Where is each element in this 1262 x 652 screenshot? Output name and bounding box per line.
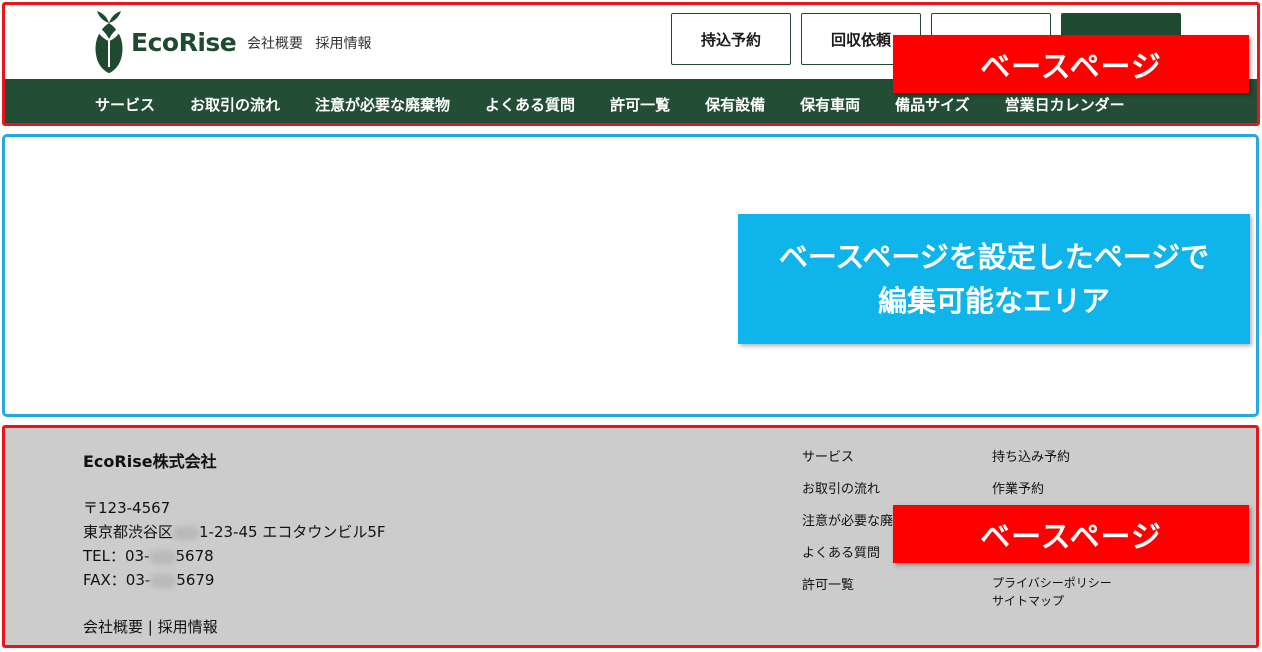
footer-links-col2: 持ち込み予約 作業予約: [992, 446, 1070, 510]
tel-prefix: TEL：03-: [83, 547, 150, 565]
tel-suffix: 5678: [175, 547, 214, 565]
redacted-blur: [150, 573, 177, 588]
nav-item-hazardous-waste[interactable]: 注意が必要な廃棄物: [315, 94, 450, 115]
bring-in-reservation-button[interactable]: 持込予約: [671, 13, 791, 65]
footer-link-permits[interactable]: 許可一覧: [802, 574, 893, 606]
top-link-company[interactable]: 会社概要: [247, 36, 303, 52]
fax-line: FAX：03- 5679: [83, 568, 386, 592]
nav-item-services[interactable]: サービス: [95, 94, 155, 115]
company-name: EcoRise株式会社: [83, 452, 217, 471]
address-suffix: 1-23-45 エコタウンビル5F: [199, 523, 386, 541]
nav-item-transaction-flow[interactable]: お取引の流れ: [190, 94, 280, 115]
nav-item-business-calendar[interactable]: 営業日カレンダー: [1005, 94, 1125, 115]
nav-item-equipment[interactable]: 保有設備: [705, 94, 765, 115]
footer-link-services[interactable]: サービス: [802, 446, 893, 478]
redacted-blur: [149, 549, 176, 564]
company-address: 〒123-4567 東京都渋谷区 1-23-45 エコタウンビル5F TEL：03…: [83, 496, 386, 592]
editable-area-label: ベースページを設定したページで 編集可能なエリア: [738, 214, 1250, 344]
footer-link-privacy-policy[interactable]: プライバシーポリシー: [992, 574, 1112, 592]
address-line: 東京都渋谷区 1-23-45 エコタウンビル5F: [83, 520, 386, 544]
top-links: 会社概要 採用情報: [247, 33, 379, 53]
fax-prefix: FAX：03-: [83, 571, 151, 589]
postal-code: 〒123-4567: [83, 499, 171, 517]
fax-suffix: 5679: [176, 571, 215, 589]
footer-base-page-label: ベースページ: [893, 505, 1249, 563]
footer-link-hazardous-waste[interactable]: 注意が必要な廃: [802, 510, 893, 542]
footer-links-col1: サービス お取引の流れ 注意が必要な廃 よくある質問 許可一覧: [802, 446, 893, 606]
editable-area-label-line2: 編集可能なエリア: [877, 284, 1110, 318]
tel-line: TEL：03- 5678: [83, 544, 386, 568]
footer-link-transaction-flow[interactable]: お取引の流れ: [802, 478, 893, 510]
footer-link-sitemap[interactable]: サイトマップ: [992, 592, 1112, 610]
footer-link-faq[interactable]: よくある質問: [802, 542, 893, 574]
editable-area-label-line1: ベースページを設定したページで: [778, 240, 1210, 274]
redacted-blur: [173, 525, 200, 540]
nav-item-vehicles[interactable]: 保有車両: [800, 94, 860, 115]
nav-item-faq[interactable]: よくある質問: [485, 94, 575, 115]
footer-bottom-links[interactable]: 会社概要 | 採用情報: [83, 616, 218, 637]
logo[interactable]: EcoRise: [91, 9, 237, 75]
top-link-recruit[interactable]: 採用情報: [315, 36, 371, 52]
nav-item-permits[interactable]: 許可一覧: [610, 94, 670, 115]
header-base-page-label: ベースページ: [893, 35, 1249, 93]
sprout-logo-icon: [95, 11, 123, 73]
nav-item-fixture-sizes[interactable]: 備品サイズ: [895, 94, 970, 115]
logo-text: EcoRise: [131, 27, 237, 57]
address-prefix: 東京都渋谷区: [83, 523, 174, 541]
footer-link-bring-in-reservation[interactable]: 持ち込み予約: [992, 446, 1070, 478]
footer-links-col2-bottom: プライバシーポリシー サイトマップ: [992, 574, 1112, 610]
